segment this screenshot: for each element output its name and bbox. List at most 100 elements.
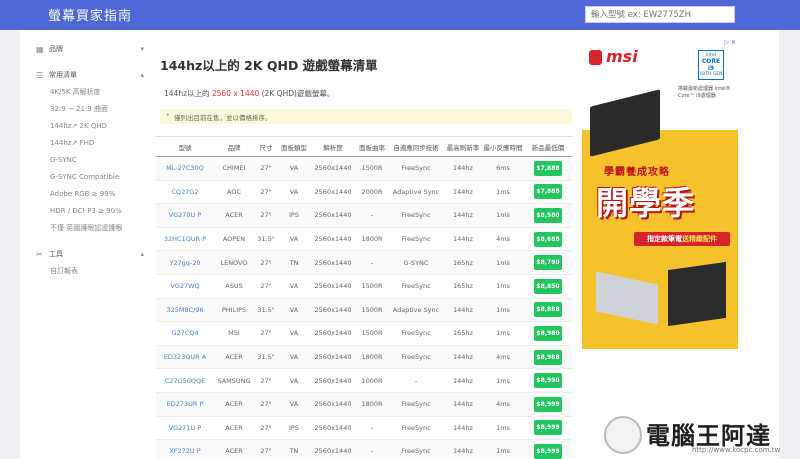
table-cell: 1ms <box>482 368 524 393</box>
sidebar-item[interactable]: 32:9 ~ 21:9 曲面 <box>36 101 144 118</box>
table-cell: 144hz <box>444 298 482 323</box>
price-badge[interactable]: $8,688 <box>534 231 562 247</box>
price-cell[interactable]: $7,888 <box>524 156 572 181</box>
model-link[interactable]: ML-27C30Q <box>156 156 214 181</box>
column-header[interactable]: 面板類型 <box>278 136 310 157</box>
table-cell: TN <box>278 250 310 275</box>
price-badge[interactable]: $8,999 <box>534 443 562 459</box>
sidebar-item[interactable]: 144hz↗ FHD <box>36 135 144 152</box>
sidebar-item[interactable]: G-SYNC Compatible <box>36 169 144 186</box>
notice-box: 僅列出目前在售，並以價格排序。 <box>160 109 572 124</box>
sidebar-section-1[interactable]: ☰ 常用清單 ▴ <box>36 66 144 84</box>
table-cell: 1ms <box>482 416 524 441</box>
price-badge[interactable]: $8,999 <box>534 396 562 412</box>
model-link[interactable]: 32HC1QUR P <box>156 227 214 252</box>
price-cell[interactable]: $8,580 <box>524 203 572 228</box>
model-link[interactable]: ED273UR P <box>156 392 214 417</box>
price-badge[interactable]: $8,850 <box>534 278 562 294</box>
model-link[interactable]: VG27WQ <box>156 274 214 299</box>
ad-choices-icon[interactable]: ▷ ✕ <box>722 38 738 47</box>
table-row: 325M8C/96 PHILIPS 31.5" VA 2560x1440 1500R Ada… <box>156 298 572 323</box>
table-cell: PHILIPS <box>214 298 254 323</box>
table-cell: CHIMEI <box>214 156 254 181</box>
price-badge[interactable]: $8,580 <box>534 207 562 223</box>
table-cell: 1ms <box>482 180 524 205</box>
price-cell[interactable]: $8,988 <box>524 345 572 370</box>
table-cell: 1500R <box>356 321 388 346</box>
sidebar-item[interactable]: Adobe RGB ≥ 99% <box>36 186 144 203</box>
price-badge[interactable]: $7,888 <box>534 160 562 176</box>
table-row: XF272U P ACER 27" TN 2560x1440- FreeSync 144hz… <box>156 439 572 459</box>
sidebar-item[interactable]: 4K/5K 高解析度 <box>36 84 144 101</box>
price-cell[interactable]: $8,888 <box>524 298 572 323</box>
price-cell[interactable]: $8,688 <box>524 227 572 252</box>
model-link[interactable]: Y27gq-20 <box>156 250 214 275</box>
model-link[interactable]: VG270U P <box>156 203 214 228</box>
intro-text: 144hz以上的 2560 x 1440 (2K QHD)遊戲螢幕。 <box>164 89 335 98</box>
table-cell: - <box>356 203 388 228</box>
price-cell[interactable]: $7,888 <box>524 180 572 205</box>
table-cell: 1500R <box>356 156 388 181</box>
model-link[interactable]: XF272U P <box>156 439 214 459</box>
table-cell: 2560x1440 <box>310 392 356 417</box>
table-row: ED273UR P ACER 27" VA 2560x1440 1800R FreeSync… <box>156 392 572 417</box>
price-badge[interactable]: $8,999 <box>534 420 562 436</box>
column-header[interactable]: 自適應同步技術 <box>388 136 444 157</box>
model-link[interactable]: 325M8C/96 <box>156 298 214 323</box>
grid-icon: ▦ <box>36 44 44 54</box>
ad-brand: msi <box>606 47 638 66</box>
price-cell[interactable]: $8,980 <box>524 321 572 346</box>
column-header[interactable]: 面板曲率 <box>356 136 388 157</box>
advertisement-banner[interactable]: ▷ ✕ msi intel CORE i9 10TH GEN 搭載最新處理器 I… <box>582 38 738 349</box>
model-link[interactable]: G27CQ4 <box>156 321 214 346</box>
table-cell: AOPEN <box>214 227 254 252</box>
sidebar-item[interactable]: 不僅 英國護眼認證護眼 <box>36 220 144 237</box>
column-header[interactable]: 型號 <box>156 136 214 157</box>
table-cell: 2560x1440 <box>310 250 356 275</box>
price-cell[interactable]: $8,790 <box>524 250 572 275</box>
chevron-icon[interactable]: ▾ <box>140 45 144 53</box>
table-row: ML-27C30Q CHIMEI 27" VA 2560x1440 1500R FreeSy… <box>156 156 572 181</box>
column-header[interactable]: 最高刷新率 <box>444 136 482 157</box>
column-header[interactable]: 尺寸 <box>254 136 278 157</box>
site-brand[interactable]: 螢幕買家指南 <box>48 5 132 24</box>
price-badge[interactable]: $7,888 <box>534 184 562 200</box>
price-cell[interactable]: $8,850 <box>524 274 572 299</box>
model-link[interactable]: C27G50QQE <box>156 368 214 393</box>
sidebar-section-0[interactable]: ▦ 品牌 ▾ <box>36 40 144 58</box>
price-cell[interactable]: $8,999 <box>524 439 572 459</box>
table-cell: 144hz <box>444 227 482 252</box>
table-cell: Adaptive Sync <box>388 298 444 323</box>
list-icon: ☰ <box>36 70 44 80</box>
price-badge[interactable]: $8,980 <box>534 325 562 341</box>
chevron-icon[interactable]: ▴ <box>140 71 144 79</box>
price-badge[interactable]: $8,988 <box>534 349 562 365</box>
column-header[interactable]: 解析度 <box>310 136 356 157</box>
sidebar-section-2[interactable]: ✂ 工具 ▴ <box>36 245 144 263</box>
search-input[interactable] <box>585 6 735 23</box>
price-badge[interactable]: $8,990 <box>534 373 562 389</box>
sidebar-section-label: 品牌 <box>49 45 63 53</box>
sidebar-item[interactable]: G-SYNC <box>36 152 144 169</box>
price-badge[interactable]: $8,888 <box>534 302 562 318</box>
column-header[interactable]: 新品最低價 <box>524 136 572 157</box>
table-row: C27G50QQE SAMSUNG 27" VA 2560x1440 1000R -144h… <box>156 368 572 393</box>
table-row: Y27gq-20 LENOVO 27" TN 2560x1440- G-SYNC 165hz… <box>156 250 572 275</box>
sidebar-item[interactable]: 144hz↗ 2K QHD <box>36 118 144 135</box>
price-cell[interactable]: $8,999 <box>524 392 572 417</box>
price-cell[interactable]: $8,999 <box>524 416 572 441</box>
model-link[interactable]: VG271U P <box>156 416 214 441</box>
column-header[interactable]: 品牌 <box>214 136 254 157</box>
chevron-icon[interactable]: ▴ <box>140 250 144 258</box>
model-link[interactable]: ED323QUR A <box>156 345 214 370</box>
sidebar-item[interactable]: HDR / DCI-P3 ≥ 90% <box>36 203 144 220</box>
price-badge[interactable]: $8,790 <box>534 255 562 271</box>
column-header[interactable]: 最小反應時間 <box>482 136 524 157</box>
table-cell: 2560x1440 <box>310 345 356 370</box>
sidebar-item[interactable]: 自訂報表 <box>36 263 144 280</box>
price-cell[interactable]: $8,990 <box>524 368 572 393</box>
table-cell: 1800R <box>356 345 388 370</box>
model-link[interactable]: CQ27G2 <box>156 180 214 205</box>
table-row: G27CQ4 MSI 27" VA 2560x1440 1500R FreeSync 165h… <box>156 321 572 346</box>
table-cell: 1500R <box>356 298 388 323</box>
